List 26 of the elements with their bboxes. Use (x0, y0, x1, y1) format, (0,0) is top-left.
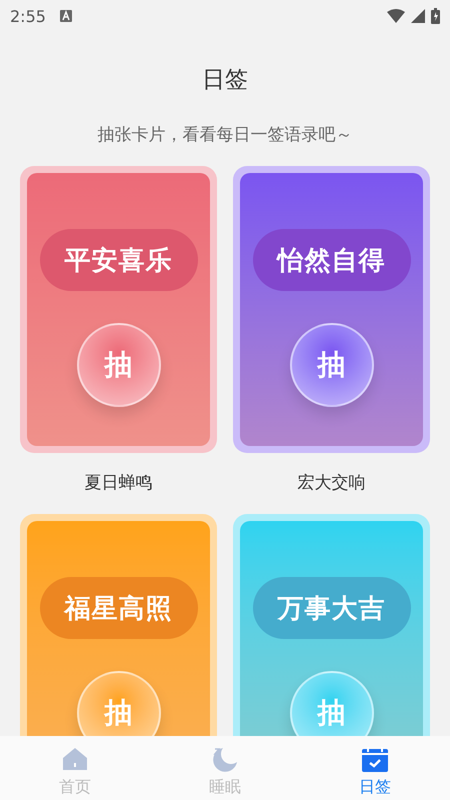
battery-icon (431, 8, 440, 24)
draw-card[interactable]: 福星高照 抽 (20, 514, 217, 736)
card-caption: 夏日蝉鸣 (84, 472, 154, 494)
signal-icon (411, 9, 425, 23)
card-caption: 宏大交响 (296, 472, 366, 494)
tab-item[interactable]: 睡眠 (150, 736, 300, 800)
draw-card[interactable]: 怡然自得 抽 (233, 166, 430, 453)
tab-item[interactable]: 首页 (0, 736, 150, 800)
draw-card[interactable]: 平安喜乐 抽 (20, 166, 217, 453)
keyboard-indicator-icon (60, 10, 72, 22)
page-title: 日签 (201, 66, 249, 95)
draw-card[interactable]: 万事大吉 抽 (233, 514, 430, 736)
phrase-label: 怡然自得 (252, 229, 410, 291)
moon-icon (211, 745, 239, 773)
wifi-icon (387, 9, 405, 23)
draw-button[interactable]: 抽 (290, 323, 374, 407)
phrase-label: 平安喜乐 (40, 229, 198, 291)
draw-button[interactable]: 抽 (290, 671, 374, 736)
home-icon (61, 745, 89, 773)
tab-item[interactable]: 日签 (300, 736, 450, 800)
draw-button[interactable]: 抽 (76, 671, 160, 736)
phrase-label: 福星高照 (40, 577, 198, 639)
phrase-label: 万事大吉 (252, 577, 410, 639)
page-subtitle: 抽张卡片，看看每日一签语录吧～ (96, 124, 354, 146)
draw-button[interactable]: 抽 (76, 323, 160, 407)
status-time: 2:55 (10, 6, 46, 26)
